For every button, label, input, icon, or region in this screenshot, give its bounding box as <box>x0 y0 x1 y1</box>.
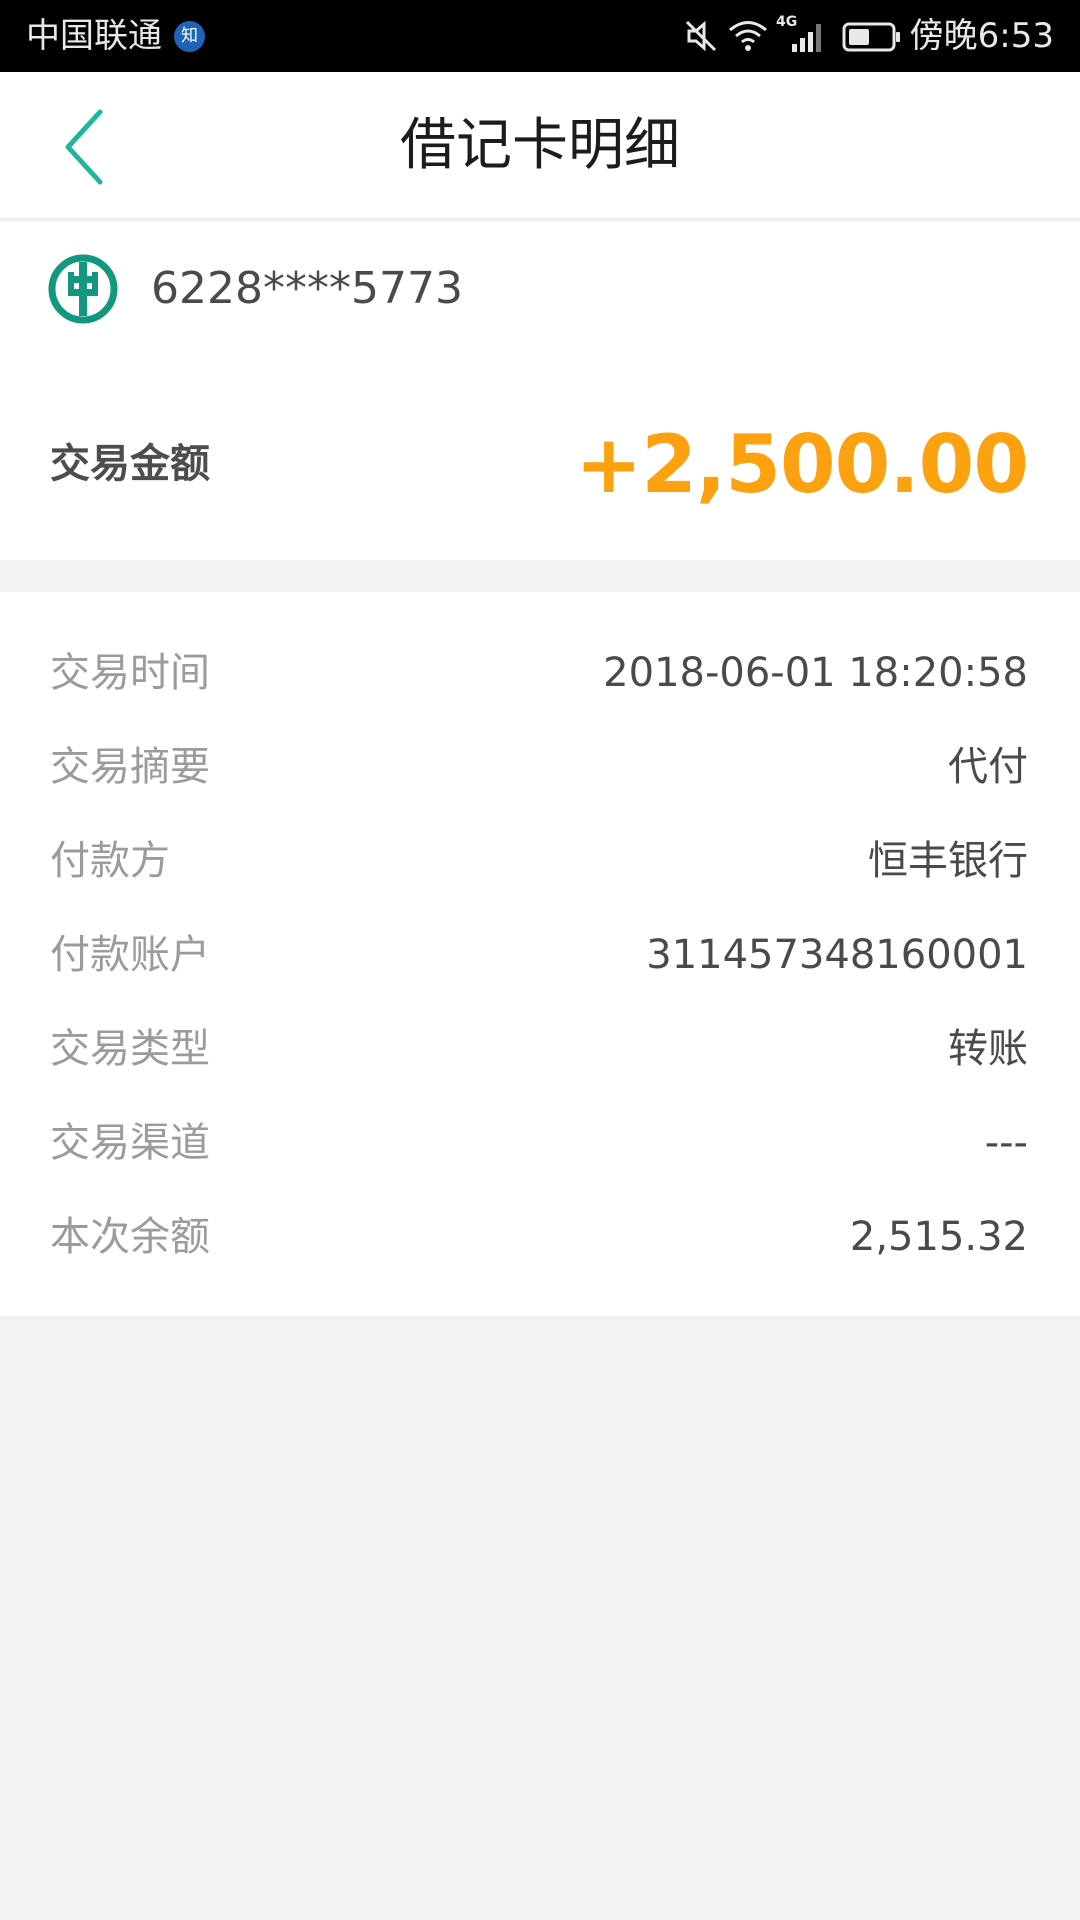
status-bar: 中国联通 知 4G 傍晚6:53 <box>0 0 1080 72</box>
detail-value: 恒丰银行 <box>868 838 1028 884</box>
detail-value: 2,515.32 <box>849 1214 1028 1260</box>
detail-label: 交易时间 <box>50 650 210 696</box>
nav-bar: 借记卡明细 <box>0 72 1080 220</box>
detail-row-summary: 交易摘要 代付 <box>0 720 1080 814</box>
detail-row-time: 交易时间 2018-06-01 18:20:58 <box>0 626 1080 720</box>
mute-icon <box>685 20 717 52</box>
detail-label: 交易渠道 <box>50 1120 210 1166</box>
detail-value: 转账 <box>948 1026 1028 1072</box>
amount-value: +2,500.00 <box>575 418 1029 511</box>
bank-logo-icon <box>48 254 118 324</box>
detail-row-balance: 本次余额 2,515.32 <box>0 1190 1080 1284</box>
detail-label: 付款方 <box>50 838 170 884</box>
amount-label: 交易金额 <box>50 441 210 487</box>
detail-label: 交易摘要 <box>50 744 210 790</box>
detail-row-type: 交易类型 转账 <box>0 1002 1080 1096</box>
battery-icon <box>842 22 900 52</box>
card-summary: 6228****5773 交易金额 +2,500.00 <box>0 222 1080 560</box>
back-button[interactable] <box>56 102 116 192</box>
detail-row-channel: 交易渠道 --- <box>0 1096 1080 1190</box>
detail-row-payer-account: 付款账户 311457348160001 <box>0 908 1080 1002</box>
transaction-details: 交易时间 2018-06-01 18:20:58 交易摘要 代付 付款方 恒丰银… <box>0 592 1080 1316</box>
wifi-icon <box>729 21 767 51</box>
carrier-name: 中国联通 <box>26 16 162 56</box>
detail-value: --- <box>984 1120 1028 1166</box>
detail-label: 交易类型 <box>50 1026 210 1072</box>
signal-icon <box>792 24 821 52</box>
detail-row-payer: 付款方 恒丰银行 <box>0 814 1080 908</box>
detail-value: 代付 <box>948 744 1028 790</box>
card-number: 6228****5773 <box>151 263 463 314</box>
status-time: 傍晚6:53 <box>909 16 1054 56</box>
carrier-badge: 知 <box>174 21 205 52</box>
detail-value: 311457348160001 <box>646 932 1028 978</box>
detail-label: 付款账户 <box>50 932 210 978</box>
chevron-left-icon <box>65 109 103 185</box>
detail-value: 2018-06-01 18:20:58 <box>603 650 1028 696</box>
detail-label: 本次余额 <box>50 1214 210 1260</box>
page-title: 借记卡明细 <box>400 113 680 178</box>
